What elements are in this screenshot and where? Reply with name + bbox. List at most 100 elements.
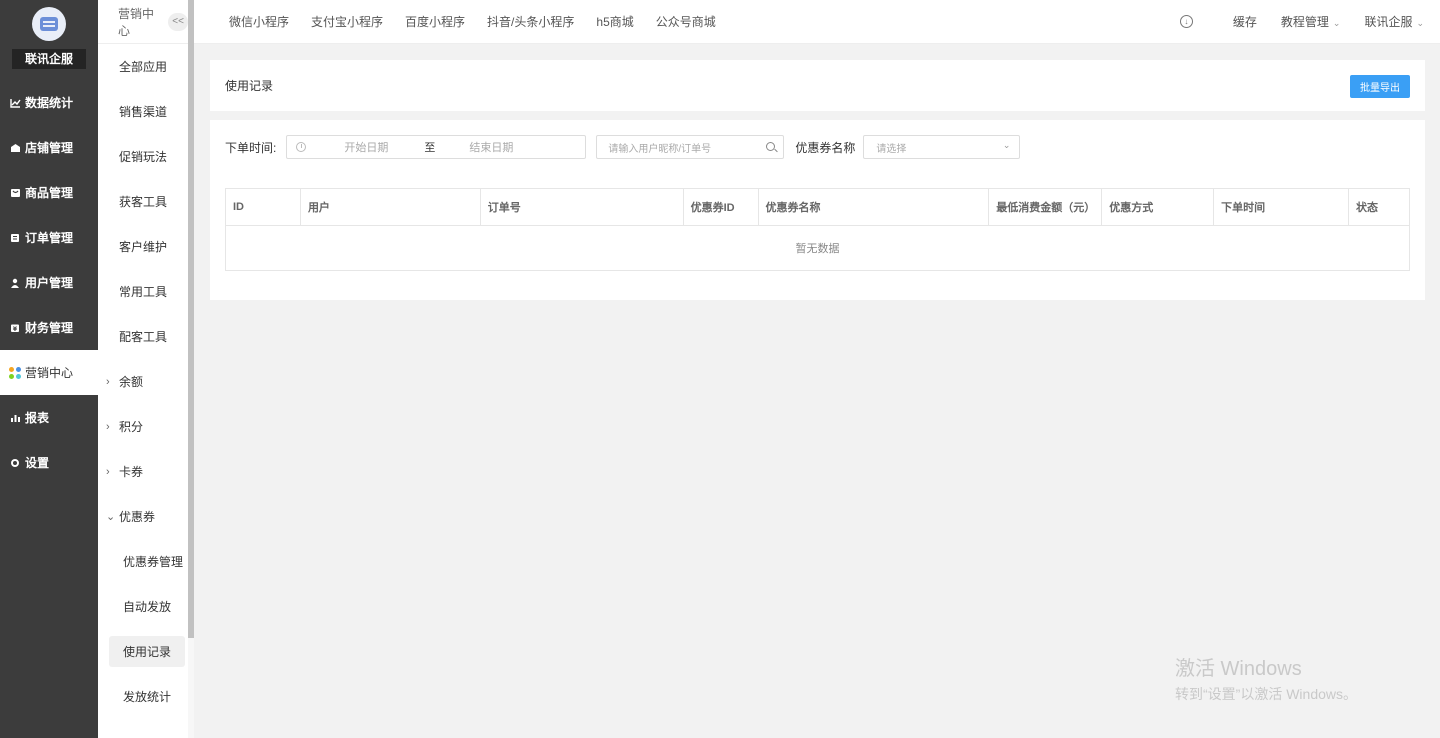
chart-line-icon bbox=[9, 97, 21, 109]
submenu-item-label: 销售渠道 bbox=[119, 105, 168, 119]
marketing-icon bbox=[9, 366, 21, 379]
top-link-baidu[interactable]: 百度小程序 bbox=[405, 13, 465, 30]
chevron-down-icon: ⌄ bbox=[1002, 140, 1011, 150]
sidebar-item-label: 用户管理 bbox=[25, 276, 74, 290]
column-header-order-time[interactable]: 下单时间 bbox=[1213, 188, 1349, 226]
tutorial-menu[interactable]: 教程管理 ⌄ bbox=[1281, 13, 1341, 30]
coupon-name-select[interactable]: 请选择 ⌄ bbox=[863, 135, 1021, 159]
sidebar-item-marketing[interactable]: 营销中心 bbox=[0, 350, 98, 395]
sidebar-item-label: 营销中心 bbox=[25, 366, 74, 380]
sidebar-item-label: 商品管理 bbox=[25, 186, 74, 200]
submenu-group-balance[interactable]: › 余额 bbox=[98, 359, 188, 404]
account-menu[interactable]: 联讯企服 ⌄ bbox=[1364, 13, 1424, 30]
submenu-group-points[interactable]: › 积分 bbox=[98, 404, 188, 449]
records-panel: 下单时间: 开始日期 至 结束日期 请输入用户昵称/订单号 优惠券名称 请选择 … bbox=[210, 120, 1425, 300]
table-header-row: ID 用户 订单号 优惠券ID 优惠券名称 最低消费金额（元） 优惠方式 下单时… bbox=[225, 188, 1410, 226]
column-header-id[interactable]: ID bbox=[225, 188, 301, 226]
submenu-group-label: 积分 bbox=[119, 420, 144, 434]
logo-icon[interactable] bbox=[32, 7, 66, 41]
title-panel: 使用记录 批量导出 bbox=[210, 60, 1425, 111]
submenu-group-cards[interactable]: › 卡券 bbox=[98, 449, 188, 494]
sidebar-item-stats[interactable]: 数据统计 bbox=[0, 80, 98, 125]
submenu-group-coupons[interactable]: ⌄ 优惠券 bbox=[98, 494, 188, 539]
submenu-group-label: 优惠券 bbox=[119, 510, 156, 524]
submenu-item-auto-issue[interactable]: 自动发放 bbox=[98, 584, 188, 629]
chevron-down-icon: ⌄ bbox=[1416, 18, 1424, 28]
column-header-coupon-id[interactable]: 优惠券ID bbox=[682, 188, 759, 226]
sidebar-item-orders[interactable]: 订单管理 bbox=[0, 215, 98, 260]
submenu-item-label: 自动发放 bbox=[123, 600, 172, 614]
submenu-title: 营销中心 bbox=[118, 6, 155, 38]
sidebar-item-finance[interactable]: ¥ 财务管理 bbox=[0, 305, 98, 350]
start-date-input[interactable]: 开始日期 bbox=[344, 139, 424, 155]
submenu-item-promotion[interactable]: 促销玩法 bbox=[98, 134, 188, 179]
sidebar-item-users[interactable]: 用户管理 bbox=[0, 260, 98, 305]
clock-icon bbox=[296, 142, 307, 152]
column-header-discount-type[interactable]: 优惠方式 bbox=[1101, 188, 1215, 226]
records-table: ID 用户 订单号 优惠券ID 优惠券名称 最低消费金额（元） 优惠方式 下单时… bbox=[225, 188, 1410, 271]
search-icon[interactable] bbox=[766, 142, 776, 151]
search-input[interactable]: 请输入用户昵称/订单号 bbox=[596, 135, 785, 159]
submenu-item-label: 使用记录 bbox=[109, 636, 186, 667]
goods-icon bbox=[9, 187, 21, 199]
top-header: 微信小程序 支付宝小程序 百度小程序 抖音/头条小程序 h5商城 公众号商城 ↓… bbox=[194, 0, 1440, 44]
submenu-item-label: 优惠券管理 bbox=[123, 555, 184, 569]
order-time-label: 下单时间: bbox=[225, 140, 277, 155]
submenu-item-label: 常用工具 bbox=[119, 285, 168, 299]
submenu-item-label: 配客工具 bbox=[119, 330, 168, 344]
submenu-item-sales-channel[interactable]: 销售渠道 bbox=[98, 89, 188, 134]
top-link-wechat[interactable]: 微信小程序 bbox=[229, 13, 289, 30]
top-link-official-account[interactable]: 公众号商城 bbox=[656, 13, 716, 30]
tutorial-label: 教程管理 bbox=[1280, 15, 1329, 29]
submenu-item-coupon-manage[interactable]: 优惠券管理 bbox=[98, 539, 188, 584]
column-header-min-amount[interactable]: 最低消费金额（元） bbox=[988, 188, 1103, 226]
top-link-douyin[interactable]: 抖音/头条小程序 bbox=[487, 13, 574, 30]
column-header-coupon-name[interactable]: 优惠券名称 bbox=[757, 188, 990, 226]
submenu-item-customer-care[interactable]: 客户维护 bbox=[98, 224, 188, 269]
brand: 联讯企服 bbox=[0, 0, 98, 80]
cache-button[interactable]: 缓存 bbox=[1233, 13, 1257, 30]
sidebar-item-reports[interactable]: 报表 bbox=[0, 395, 98, 440]
sidebar-item-label: 财务管理 bbox=[25, 321, 74, 335]
download-icon[interactable]: ↓ bbox=[1179, 15, 1193, 28]
date-range-picker[interactable]: 开始日期 至 结束日期 bbox=[286, 135, 587, 159]
submenu-item-delivery-tools[interactable]: 配客工具 bbox=[98, 314, 188, 359]
submenu-item-acquisition[interactable]: 获客工具 bbox=[98, 179, 188, 224]
column-header-user[interactable]: 用户 bbox=[299, 188, 481, 226]
watermark-title: 激活 Windows bbox=[1175, 658, 1302, 680]
chevron-right-icon: › bbox=[106, 375, 110, 388]
sidebar-item-label: 设置 bbox=[25, 456, 50, 470]
sidebar-item-settings[interactable]: 设置 bbox=[0, 440, 98, 485]
submenu-item-label: 发放统计 bbox=[123, 690, 172, 704]
submenu-scrollbar[interactable] bbox=[188, 0, 194, 738]
chevron-down-icon: ⌄ bbox=[1332, 18, 1341, 28]
filter-bar: 下单时间: 开始日期 至 结束日期 请输入用户昵称/订单号 优惠券名称 请选择 … bbox=[225, 135, 1021, 159]
sidebar-item-label: 店铺管理 bbox=[25, 141, 74, 155]
column-header-status[interactable]: 状态 bbox=[1348, 188, 1410, 226]
submenu-item-label: 全部应用 bbox=[119, 60, 168, 74]
sidebar-item-goods[interactable]: 商品管理 bbox=[0, 170, 98, 215]
submenu-group-label: 余额 bbox=[119, 375, 144, 389]
submenu-item-all-apps[interactable]: 全部应用 bbox=[98, 44, 188, 89]
submenu-item-usage-records[interactable]: 使用记录 bbox=[98, 629, 188, 674]
empty-state: 暂无数据 bbox=[225, 225, 1410, 271]
column-header-order-no[interactable]: 订单号 bbox=[479, 188, 684, 226]
batch-export-button[interactable]: 批量导出 bbox=[1350, 75, 1410, 98]
sidebar-item-shop[interactable]: 店铺管理 bbox=[0, 125, 98, 170]
collapse-menu-button[interactable]: << bbox=[168, 12, 188, 31]
top-link-h5[interactable]: h5商城 bbox=[596, 13, 633, 30]
submenu-item-issue-stats[interactable]: 发放统计 bbox=[98, 674, 188, 719]
sidebar-item-label: 订单管理 bbox=[25, 231, 74, 245]
order-icon bbox=[9, 232, 21, 244]
submenu-item-common-tools[interactable]: 常用工具 bbox=[98, 269, 188, 314]
finance-icon: ¥ bbox=[9, 322, 21, 334]
search-placeholder: 请输入用户昵称/订单号 bbox=[608, 143, 712, 155]
range-separator: 至 bbox=[424, 142, 436, 154]
scrollbar-thumb[interactable] bbox=[188, 0, 194, 638]
sidebar-item-label: 报表 bbox=[25, 411, 50, 425]
top-link-alipay[interactable]: 支付宝小程序 bbox=[311, 13, 383, 30]
submenu-group-label: 卡券 bbox=[119, 465, 144, 479]
end-date-input[interactable]: 结束日期 bbox=[469, 139, 513, 155]
account-label: 联讯企服 bbox=[1364, 15, 1413, 29]
page-title: 使用记录 bbox=[225, 79, 274, 93]
